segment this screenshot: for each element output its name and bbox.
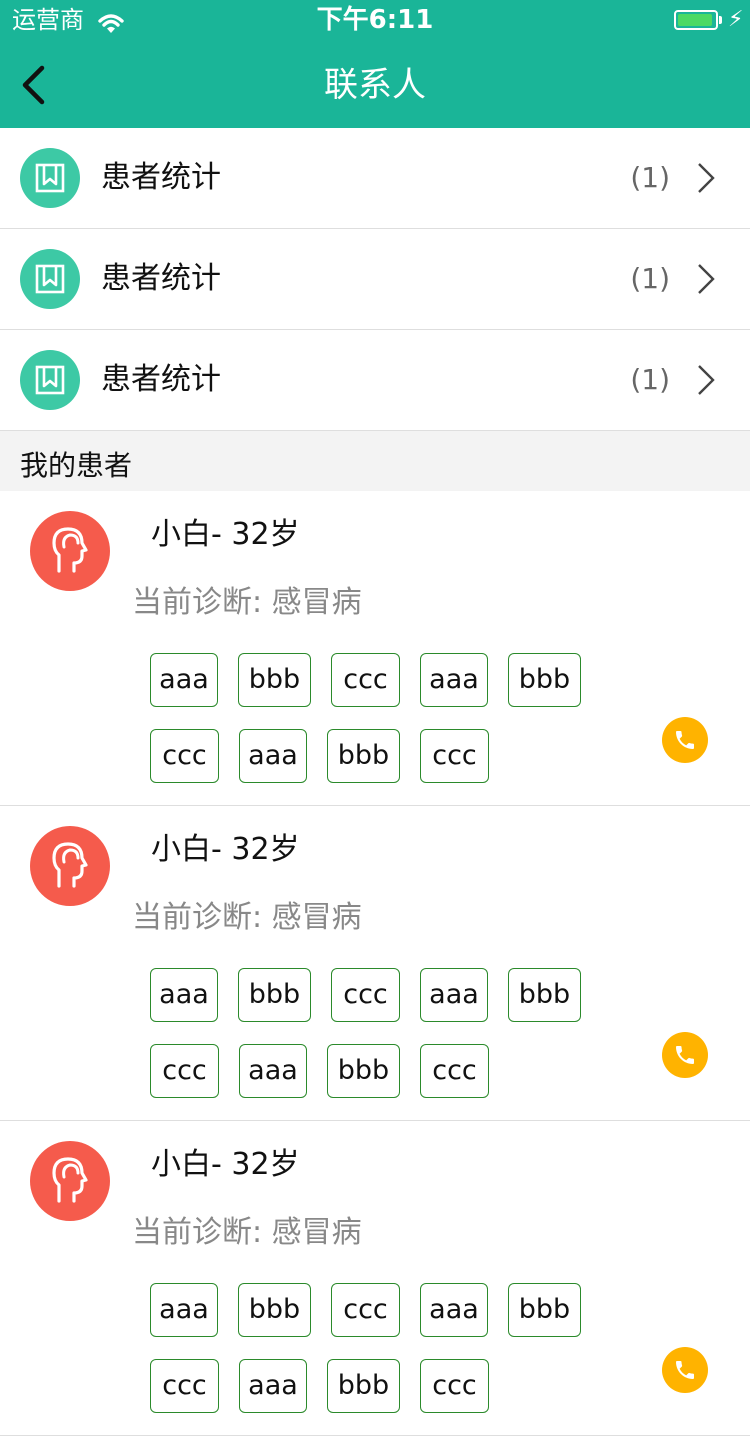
patient-name: 小白- 32岁: [151, 832, 300, 867]
stat-count: (1): [630, 363, 670, 396]
stats-list: 患者统计 (1) 患者统计 (1) 患者统计 (1): [0, 128, 750, 431]
patient-card[interactable]: 小白- 32岁 当前诊断: 感冒病 aaa bbb ccc aaa bbb ccc aaa b…: [0, 1121, 750, 1436]
tag-chip: aaa: [239, 1044, 307, 1098]
avatar: [30, 826, 110, 906]
tag-chip: aaa: [420, 653, 488, 707]
tag-chip: bbb: [508, 653, 581, 707]
status-time: 下午6:11: [316, 5, 434, 35]
patient-card[interactable]: 小白- 32岁 当前诊断: 感冒病 aaa bbb ccc aaa bbb ccc aaa b…: [0, 806, 750, 1121]
tag-chip: ccc: [420, 1359, 489, 1413]
phone-icon: [676, 1046, 694, 1064]
tag-chip: ccc: [150, 1359, 219, 1413]
avatar: [30, 511, 110, 591]
person-profile-icon: [52, 527, 88, 573]
tag-chip: bbb: [238, 1283, 311, 1337]
header: 运营商 下午6:11 ⚡ 联系人: [0, 0, 750, 128]
phone-icon: [676, 731, 694, 749]
tag-chip: bbb: [327, 1359, 400, 1413]
tag-chip: ccc: [420, 729, 489, 783]
tag-chip: ccc: [331, 968, 400, 1022]
bookmark-icon: [20, 148, 80, 208]
stat-count: (1): [630, 161, 670, 194]
patient-list: 小白- 32岁 当前诊断: 感冒病 aaa bbb ccc aaa bbb ccc aaa b…: [0, 491, 750, 1436]
tag-chip: ccc: [150, 1044, 219, 1098]
page-title: 联系人: [324, 65, 426, 105]
stat-label: 患者统计: [101, 160, 221, 195]
bookmark-icon: [20, 249, 80, 309]
stat-row[interactable]: 患者统计 (1): [0, 229, 750, 330]
patient-name: 小白- 32岁: [151, 1147, 300, 1182]
patient-card[interactable]: 小白- 32岁 当前诊断: 感冒病 aaa bbb ccc aaa bbb ccc aaa b…: [0, 491, 750, 806]
tag-chip: aaa: [420, 968, 488, 1022]
tag-chip: aaa: [239, 1359, 307, 1413]
patient-diagnosis: 当前诊断: 感冒病: [132, 585, 362, 620]
stat-row[interactable]: 患者统计 (1): [0, 330, 750, 431]
tag-chip: aaa: [150, 968, 218, 1022]
tag-chip: aaa: [150, 1283, 218, 1337]
person-profile-icon: [52, 1157, 88, 1203]
tag-chip: bbb: [508, 968, 581, 1022]
status-bar: 运营商 下午6:11 ⚡: [0, 0, 750, 40]
stat-count: (1): [630, 262, 670, 295]
patient-diagnosis: 当前诊断: 感冒病: [132, 900, 362, 935]
tag-chip: ccc: [331, 653, 400, 707]
charging-bolt-icon: ⚡: [728, 7, 744, 32]
person-profile-icon: [52, 842, 88, 888]
tag-chip: aaa: [239, 729, 307, 783]
chevron-right-icon: [698, 264, 715, 294]
call-button[interactable]: [662, 1032, 708, 1078]
tag-chip: aaa: [150, 653, 218, 707]
tag-chip: ccc: [150, 729, 219, 783]
tag-chip: ccc: [420, 1044, 489, 1098]
call-button[interactable]: [662, 717, 708, 763]
tag-chip: bbb: [238, 653, 311, 707]
tag-chip: ccc: [331, 1283, 400, 1337]
stat-row[interactable]: 患者统计 (1): [0, 128, 750, 229]
tag-chip: aaa: [420, 1283, 488, 1337]
patient-name: 小白- 32岁: [151, 517, 300, 552]
chevron-right-icon: [698, 163, 715, 193]
patient-diagnosis: 当前诊断: 感冒病: [132, 1215, 362, 1250]
tag-chip: bbb: [327, 729, 400, 783]
stat-label: 患者统计: [101, 362, 221, 397]
bookmark-icon: [20, 350, 80, 410]
call-button[interactable]: [662, 1347, 708, 1393]
section-header: 我的患者: [0, 431, 750, 491]
avatar: [30, 1141, 110, 1221]
battery-level: [678, 14, 712, 26]
tag-chip: bbb: [327, 1044, 400, 1098]
tag-chip: bbb: [238, 968, 311, 1022]
chevron-right-icon: [698, 365, 715, 395]
phone-icon: [676, 1361, 694, 1379]
battery-tip: [719, 16, 722, 24]
tag-chip: bbb: [508, 1283, 581, 1337]
battery-icon: [674, 10, 718, 30]
stat-label: 患者统计: [101, 261, 221, 296]
